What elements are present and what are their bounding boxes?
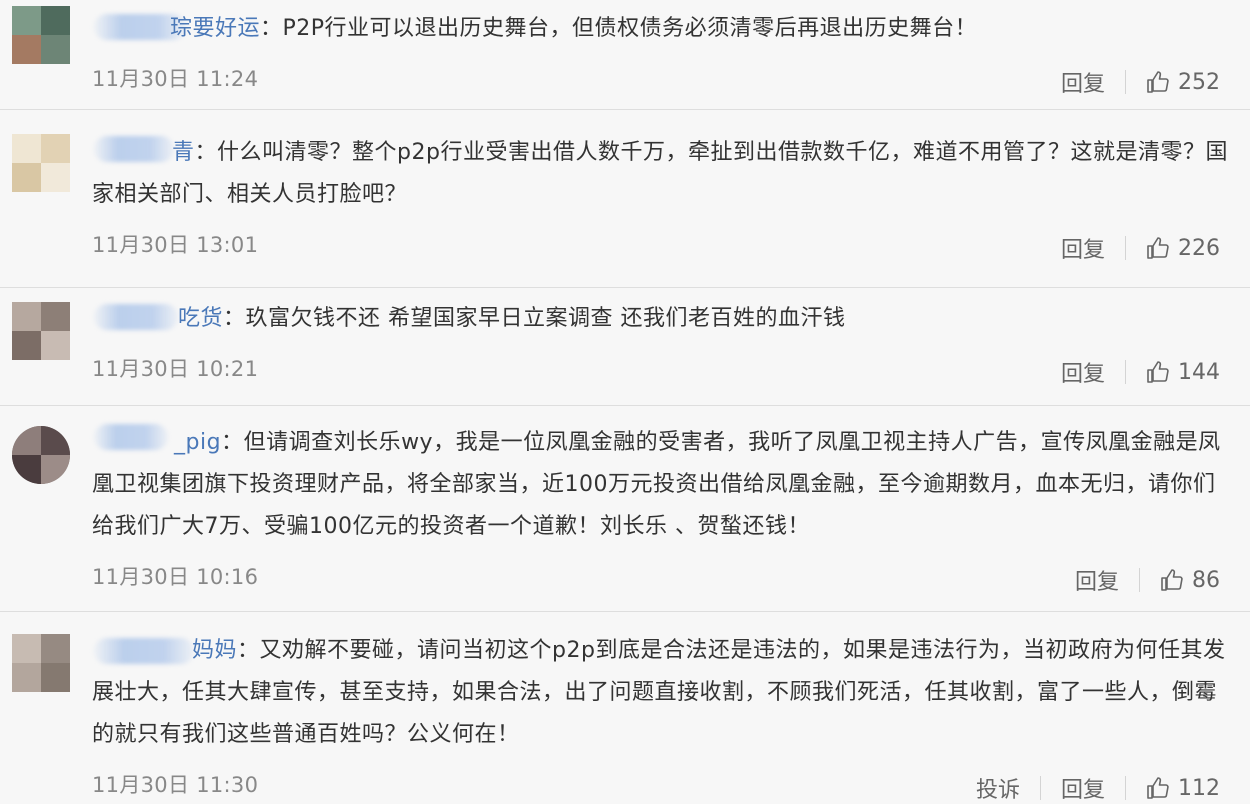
- like-button[interactable]: 112: [1146, 776, 1220, 801]
- comment-actions: 回复 144: [1061, 356, 1220, 388]
- like-count: 144: [1178, 359, 1220, 385]
- avatar[interactable]: [12, 302, 70, 360]
- thumbs-up-icon: [1147, 71, 1169, 93]
- like-button[interactable]: 226: [1146, 236, 1220, 261]
- reply-button[interactable]: 回复: [1061, 232, 1105, 264]
- divider: [1125, 776, 1126, 800]
- comment-actions: 投诉 回复 112: [976, 772, 1220, 804]
- comment-text: _pig：但请调查刘长乐wy，我是一位凤凰金融的受害者，我听了凤凰卫视主持人广告…: [92, 430, 1221, 539]
- divider: [1125, 70, 1126, 94]
- comment-item: 琮要好运：P2P行业可以退出历史舞台，但债权债务必须清零后再退出历史舞台！ 11…: [0, 0, 1250, 110]
- thumbs-up-icon: [1147, 237, 1169, 259]
- like-button[interactable]: 86: [1160, 568, 1220, 593]
- like-count: 86: [1192, 567, 1220, 593]
- avatar[interactable]: [12, 6, 70, 64]
- comment-time: 11月30日 10:16: [92, 565, 259, 589]
- thumbs-up-icon: [1147, 361, 1169, 383]
- comment-item: 妈妈：又劝解不要碰，请问当初这个p2p到底是合法还是违法的，如果是违法行为，当初…: [0, 612, 1250, 804]
- comment-time: 11月30日 11:30: [92, 773, 259, 797]
- avatar[interactable]: [12, 134, 70, 192]
- reply-button[interactable]: 回复: [1061, 772, 1105, 804]
- avatar[interactable]: [12, 426, 70, 484]
- username-link[interactable]: 吃货: [178, 306, 223, 331]
- comment-item: _pig：但请调查刘长乐wy，我是一位凤凰金融的受害者，我听了凤凰卫视主持人广告…: [0, 406, 1250, 612]
- username-link[interactable]: 琮要好运: [170, 16, 260, 41]
- thumbs-up-icon: [1147, 777, 1169, 799]
- comment-actions: 回复 86: [1075, 564, 1220, 596]
- comment-text: 妈妈：又劝解不要碰，请问当初这个p2p到底是合法还是违法的，如果是违法行为，当初…: [92, 638, 1226, 747]
- comment-text: 吃货：玖富欠钱不还 希望国家早日立案调查 还我们老百姓的血汗钱: [178, 306, 846, 331]
- comment-time: 11月30日 13:01: [92, 233, 259, 257]
- comment-text: 青：什么叫清零？整个p2p行业受害出借人数千万，牵扯到出借款数千亿，难道不用管了…: [92, 140, 1228, 207]
- divider: [1039, 776, 1041, 800]
- thumbs-up-icon: [1161, 569, 1183, 591]
- username-link[interactable]: 青: [172, 140, 195, 165]
- comment-actions: 回复 226: [1061, 232, 1220, 264]
- reply-button[interactable]: 回复: [1061, 66, 1105, 98]
- like-button[interactable]: 252: [1146, 70, 1220, 95]
- reply-button[interactable]: 回复: [1061, 356, 1105, 388]
- divider: [1125, 360, 1126, 384]
- like-count: 226: [1178, 235, 1220, 261]
- comment-item: 青：什么叫清零？整个p2p行业受害出借人数千万，牵扯到出借款数千亿，难道不用管了…: [0, 110, 1250, 288]
- username-link[interactable]: 妈妈: [192, 638, 237, 663]
- avatar[interactable]: [12, 634, 70, 692]
- like-button[interactable]: 144: [1146, 360, 1220, 385]
- comment-time: 11月30日 11:24: [92, 67, 259, 91]
- like-count: 252: [1178, 69, 1220, 95]
- comment-actions: 回复 252: [1061, 66, 1220, 98]
- reply-button[interactable]: 回复: [1075, 564, 1119, 596]
- divider: [1139, 568, 1140, 592]
- username-link[interactable]: _pig: [174, 430, 221, 455]
- report-button[interactable]: 投诉: [976, 772, 1020, 804]
- comment-text: 琮要好运：P2P行业可以退出历史舞台，但债权债务必须清零后再退出历史舞台！: [170, 16, 978, 41]
- comment-item: 吃货：玖富欠钱不还 希望国家早日立案调查 还我们老百姓的血汗钱 11月30日 1…: [0, 288, 1250, 406]
- like-count: 112: [1178, 775, 1220, 801]
- divider: [1125, 236, 1126, 260]
- comment-time: 11月30日 10:21: [92, 357, 259, 381]
